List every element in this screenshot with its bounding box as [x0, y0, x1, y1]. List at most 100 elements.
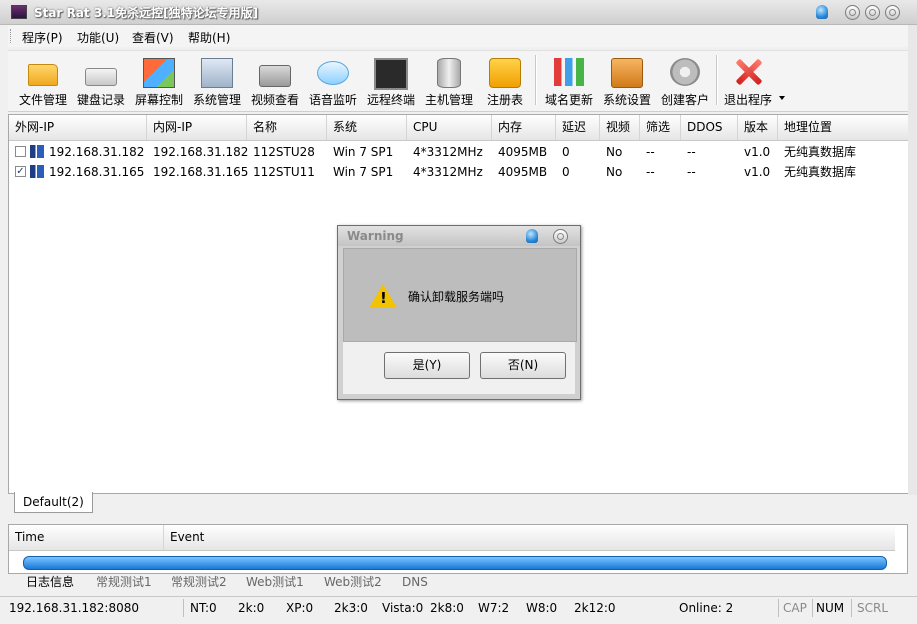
cell-name: 112STU11: [253, 165, 315, 179]
cell-internal-ip: 192.168.31.165: [153, 165, 249, 179]
column-header[interactable]: Event: [164, 525, 895, 550]
menu-function[interactable]: 功能(U): [77, 29, 119, 46]
database-icon: [437, 58, 461, 88]
log-header: Time Event: [9, 525, 895, 551]
system-icon: [201, 58, 233, 88]
toolbar-exit-button[interactable]: 退出程序: [720, 51, 776, 109]
menu-help[interactable]: 帮助(H): [188, 29, 230, 46]
tab-normal-test-2[interactable]: 常规测试2: [171, 573, 227, 591]
cell-external-ip: 192.168.31.165: [49, 165, 145, 179]
cell-filter: --: [646, 165, 655, 179]
horizontal-scrollbar[interactable]: [23, 556, 887, 570]
column-header[interactable]: 延迟: [556, 115, 600, 140]
row-checkbox[interactable]: ✓: [15, 166, 26, 177]
table-row[interactable]: 192.168.31.182 192.168.31.182 112STU28 W…: [9, 142, 909, 162]
tab-web-test-2[interactable]: Web测试2: [324, 573, 382, 591]
toolbar-screen-control-button[interactable]: 屏幕控制: [130, 51, 188, 109]
status-separator: [851, 599, 852, 617]
dialog-message: 确认卸载服务端吗: [408, 290, 505, 304]
cell-version: v1.0: [744, 165, 771, 179]
column-header[interactable]: 系统: [327, 115, 407, 140]
warning-dialog: Warning 确认卸载服务端吗 是(Y) 否(N): [337, 225, 581, 400]
dialog-body: 确认卸载服务端吗: [343, 248, 577, 342]
log-tabs: 日志信息 常规测试1 常规测试2 Web测试1 Web测试2 DNS: [8, 573, 908, 593]
warning-icon: [369, 284, 397, 308]
toolbar-file-manager-button[interactable]: 文件管理: [12, 51, 74, 109]
cell-video: No: [606, 165, 623, 179]
menu-program[interactable]: 程序(P): [22, 29, 63, 46]
cell-memory: 4095MB: [498, 145, 548, 159]
cell-cpu: 4*3312MHz: [413, 165, 483, 179]
host-table-header: 外网-IP 内网-IP 名称 系统 CPU 内存 延迟 视频 筛选 DDOS 版…: [9, 115, 909, 141]
tab-default[interactable]: Default(2): [14, 492, 93, 513]
dialog-title-bar[interactable]: Warning: [338, 226, 580, 246]
column-header[interactable]: 视频: [600, 115, 640, 140]
status-count: 2k8:0: [430, 601, 464, 615]
tab-web-test-1[interactable]: Web测试1: [246, 573, 304, 591]
column-header[interactable]: DDOS: [681, 115, 738, 140]
status-separator: [183, 599, 184, 617]
menu-view[interactable]: 查看(V): [132, 29, 174, 46]
toolbar-host-manager-button[interactable]: 主机管理: [420, 51, 478, 109]
menu-bar: 程序(P) 功能(U) 查看(V) 帮助(H): [8, 25, 909, 47]
table-row[interactable]: ✓ 192.168.31.165 192.168.31.165 112STU11…: [9, 162, 909, 182]
column-header[interactable]: 地理位置: [778, 115, 909, 140]
maximize-button[interactable]: [865, 5, 880, 20]
minimize-button[interactable]: [845, 5, 860, 20]
keyboard-icon: [85, 68, 117, 86]
close-button[interactable]: [885, 5, 900, 20]
cell-name: 112STU28: [253, 145, 315, 159]
column-header[interactable]: 内网-IP: [147, 115, 247, 140]
tab-dns[interactable]: DNS: [402, 573, 428, 591]
cell-os: Win 7 SP1: [333, 145, 394, 159]
window-title: Star Rat 3.1免杀远控[独特论坛专用版]: [34, 6, 259, 20]
status-count: Vista:0: [382, 601, 424, 615]
toolbar-create-client-button[interactable]: 创建客户: [656, 51, 714, 109]
log-list: Time Event: [8, 524, 908, 574]
title-bar[interactable]: Star Rat 3.1免杀远控[独特论坛专用版]: [0, 0, 917, 25]
pin-icon[interactable]: [816, 5, 828, 19]
bar-chart-icon: [554, 58, 584, 86]
group-tabs: Default(2): [8, 492, 908, 514]
status-address: 192.168.31.182:8080: [9, 601, 140, 615]
vertical-scrollbar[interactable]: [908, 25, 917, 495]
menu-grip[interactable]: [10, 29, 14, 43]
column-header[interactable]: 外网-IP: [9, 115, 147, 140]
yes-button[interactable]: 是(Y): [384, 352, 470, 379]
toolbar-keylogger-button[interactable]: 键盘记录: [72, 51, 130, 109]
cell-version: v1.0: [744, 145, 771, 159]
pin-icon[interactable]: [526, 229, 538, 243]
status-count: 2k3:0: [334, 601, 368, 615]
toolbar-system-manager-button[interactable]: 系统管理: [188, 51, 246, 109]
toolbar-voice-button[interactable]: 语音监听: [304, 51, 362, 109]
status-scrl: SCRL: [857, 601, 889, 615]
toolbar-settings-button[interactable]: 系统设置: [598, 51, 656, 109]
toolbar-domain-update-button[interactable]: 域名更新: [540, 51, 598, 109]
computer-icon: [30, 145, 44, 158]
column-header[interactable]: 内存: [492, 115, 556, 140]
toolbar-overflow-chevron-icon[interactable]: [779, 96, 785, 100]
cell-ddos: --: [687, 165, 696, 179]
row-checkbox[interactable]: [15, 146, 26, 157]
tab-normal-test-1[interactable]: 常规测试1: [96, 573, 152, 591]
terminal-icon: [374, 58, 408, 90]
column-header[interactable]: Time: [9, 525, 164, 550]
column-header[interactable]: 筛选: [640, 115, 681, 140]
no-button[interactable]: 否(N): [480, 352, 566, 379]
column-header[interactable]: 版本: [738, 115, 778, 140]
column-header[interactable]: CPU: [407, 115, 492, 140]
dialog-close-button[interactable]: [553, 229, 568, 244]
cell-video: No: [606, 145, 623, 159]
column-header[interactable]: 名称: [247, 115, 327, 140]
status-count: W8:0: [526, 601, 558, 615]
toolbar-video-button[interactable]: 视频查看: [246, 51, 304, 109]
toolbar-terminal-button[interactable]: 远程终端: [362, 51, 420, 109]
cell-latency: 0: [562, 145, 570, 159]
status-num: NUM: [816, 601, 845, 615]
status-online: Online: 2: [679, 601, 734, 615]
cell-memory: 4095MB: [498, 165, 548, 179]
tab-log-info[interactable]: 日志信息: [26, 573, 74, 591]
screen-icon: [143, 58, 175, 88]
toolbar-registry-button[interactable]: 注册表: [478, 51, 532, 109]
status-count: XP:0: [286, 601, 314, 615]
